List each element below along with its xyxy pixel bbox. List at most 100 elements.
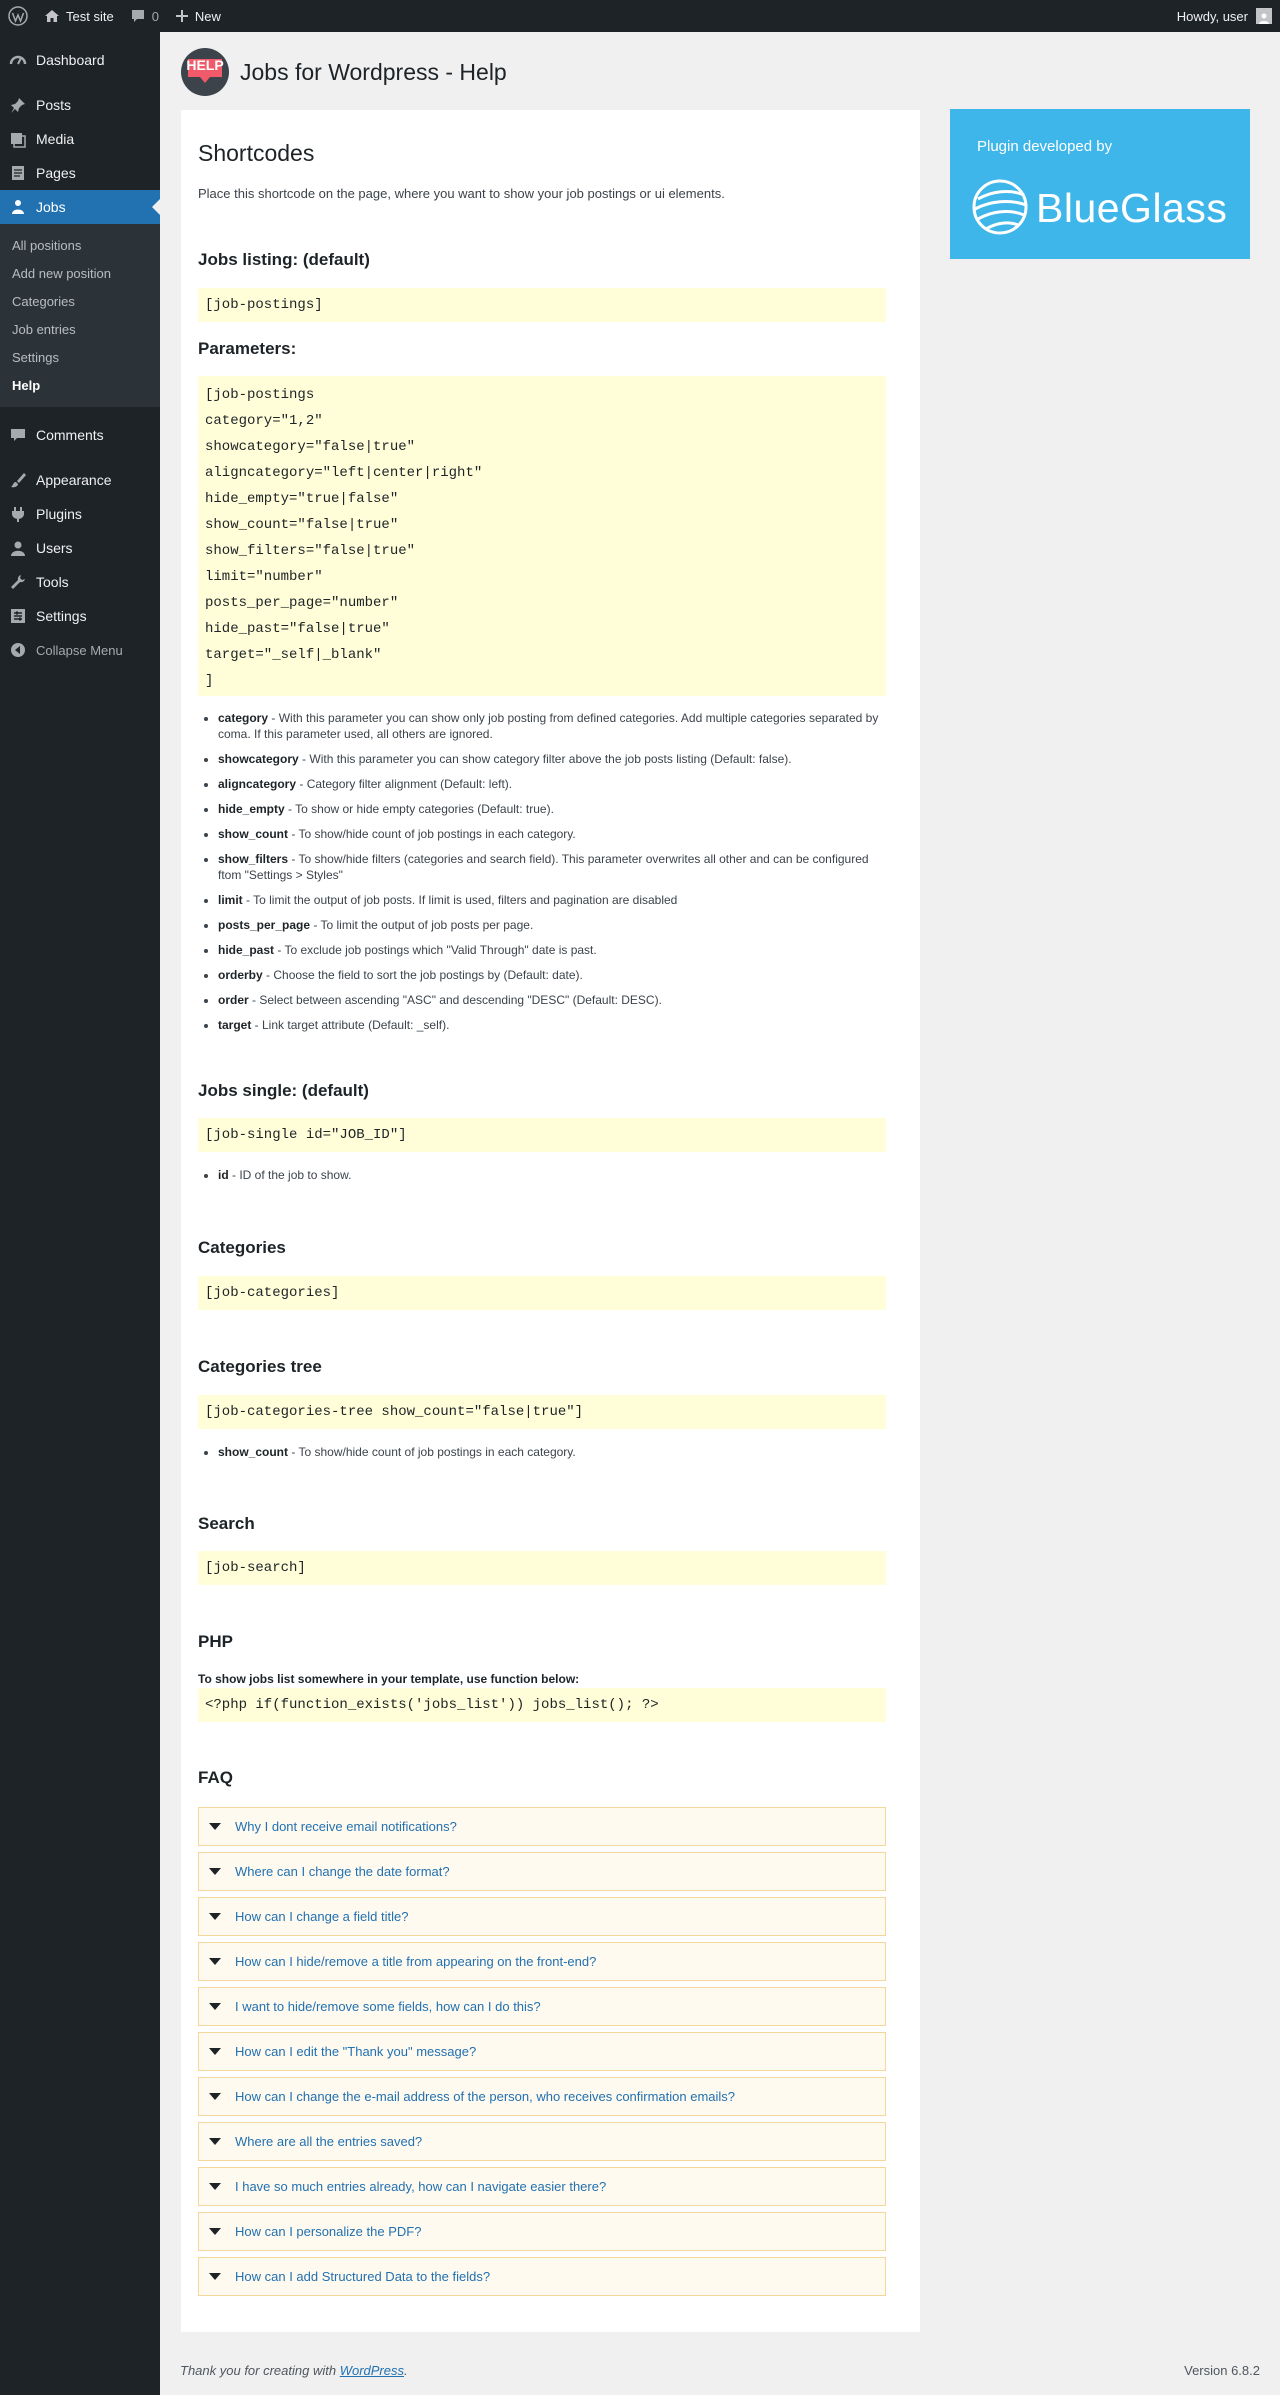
- help-badge-icon: HELP: [180, 47, 230, 97]
- brush-icon: [8, 470, 28, 490]
- faq-item[interactable]: I have so much entries already, how can …: [198, 2167, 886, 2206]
- parameters-code: [job-postings category="1,2" showcategor…: [198, 376, 886, 696]
- menu-media[interactable]: Media: [0, 122, 160, 156]
- menu-tools[interactable]: Tools: [0, 565, 160, 599]
- new-content-link[interactable]: New: [167, 0, 229, 32]
- categories-tree-code: [job-categories-tree show_count="false|t…: [198, 1395, 886, 1429]
- caret-down-icon: [209, 1956, 221, 1968]
- categories-heading: Categories: [198, 1238, 286, 1257]
- submenu-settings[interactable]: Settings: [0, 343, 160, 371]
- php-code: <?php if(function_exists('jobs_list')) j…: [198, 1688, 886, 1722]
- caret-down-icon: [209, 2271, 221, 2283]
- plus-icon: [175, 9, 189, 23]
- menu-plugins[interactable]: Plugins: [0, 497, 160, 531]
- wrench-icon: [8, 572, 28, 592]
- submenu-help[interactable]: Help: [0, 371, 160, 399]
- pin-icon: [8, 95, 28, 115]
- menu-settings[interactable]: Settings: [0, 599, 160, 633]
- faq-item[interactable]: How can I change a field title?: [198, 1897, 886, 1936]
- php-note: To show jobs list somewhere in your temp…: [198, 1672, 580, 1686]
- faq-item[interactable]: How can I change the e-mail address of t…: [198, 2077, 886, 2116]
- page-header: HELP Jobs for Wordpress - Help: [180, 46, 507, 98]
- jobs-listing-heading: Jobs listing: (default): [198, 250, 370, 269]
- parameters-list: category - With this parameter you can s…: [198, 710, 888, 1042]
- collapse-icon: [8, 640, 28, 660]
- caret-down-icon: [209, 2226, 221, 2238]
- caret-down-icon: [209, 1821, 221, 1833]
- jobs-single-list: id - ID of the job to show.: [198, 1167, 888, 1192]
- wordpress-link[interactable]: WordPress: [340, 2363, 404, 2378]
- jobs-single-heading: Jobs single: (default): [198, 1081, 369, 1100]
- avatar: [1256, 8, 1272, 24]
- faq-heading: FAQ: [198, 1768, 233, 1787]
- submenu-all-positions[interactable]: All positions: [0, 231, 160, 259]
- page-title: Jobs for Wordpress - Help: [240, 58, 507, 85]
- search-code: [job-search]: [198, 1551, 886, 1585]
- faq-item[interactable]: Why I dont receive email notifications?: [198, 1807, 886, 1846]
- caret-down-icon: [209, 1911, 221, 1923]
- admin-bar: Test site 0 New Howdy, user: [0, 0, 1280, 32]
- faq-item[interactable]: Where are all the entries saved?: [198, 2122, 886, 2161]
- promo-developed-by: Plugin developed by: [977, 138, 1113, 155]
- parameters-heading: Parameters:: [198, 339, 297, 358]
- menu-jobs[interactable]: Jobs: [0, 190, 160, 224]
- jobs-icon: [8, 197, 28, 217]
- list-item: aligncategory - Category filter alignmen…: [218, 776, 888, 792]
- my-account-link[interactable]: Howdy, user: [1169, 0, 1280, 32]
- pages-icon: [8, 163, 28, 183]
- menu-posts[interactable]: Posts: [0, 88, 160, 122]
- categories-code: [job-categories]: [198, 1276, 886, 1310]
- menu-appearance[interactable]: Appearance: [0, 463, 160, 497]
- comments-link[interactable]: 0: [122, 0, 167, 32]
- faq-item[interactable]: How can I hide/remove a title from appea…: [198, 1942, 886, 1981]
- caret-down-icon: [209, 2136, 221, 2148]
- jobs-submenu: All positions Add new position Categorie…: [0, 224, 160, 407]
- faq-item[interactable]: How can I edit the "Thank you" message?: [198, 2032, 886, 2071]
- submenu-add-new-position[interactable]: Add new position: [0, 259, 160, 287]
- submenu-categories[interactable]: Categories: [0, 287, 160, 315]
- collapse-menu-button[interactable]: Collapse Menu: [0, 633, 160, 667]
- blueglass-promo-banner[interactable]: Plugin developed by BlueGlass: [950, 109, 1250, 259]
- comment-icon: [8, 425, 28, 445]
- home-icon: [44, 8, 60, 24]
- menu-pages[interactable]: Pages: [0, 156, 160, 190]
- dashboard-icon: [8, 50, 28, 70]
- caret-down-icon: [209, 2181, 221, 2193]
- user-icon: [8, 538, 28, 558]
- comment-icon: [130, 8, 146, 24]
- blueglass-logo: BlueGlass: [972, 179, 1227, 238]
- submenu-job-entries[interactable]: Job entries: [0, 315, 160, 343]
- list-item: show_filters - To show/hide filters (cat…: [218, 851, 888, 883]
- list-item: category - With this parameter you can s…: [218, 710, 888, 742]
- faq-item[interactable]: I want to hide/remove some fields, how c…: [198, 1987, 886, 2026]
- list-item: hide_empty - To show or hide empty categ…: [218, 801, 888, 817]
- caret-down-icon: [209, 2001, 221, 2013]
- list-item: show_count - To show/hide count of job p…: [218, 1444, 888, 1460]
- help-content-panel: Shortcodes Place this shortcode on the p…: [181, 110, 920, 2332]
- list-item: id - ID of the job to show.: [218, 1167, 888, 1183]
- caret-down-icon: [209, 1866, 221, 1878]
- jobs-listing-code: [job-postings]: [198, 288, 886, 322]
- site-name-link[interactable]: Test site: [36, 0, 122, 32]
- search-heading: Search: [198, 1514, 255, 1533]
- faq-item[interactable]: How can I personalize the PDF?: [198, 2212, 886, 2251]
- menu-comments[interactable]: Comments: [0, 418, 160, 452]
- faq-item[interactable]: Where can I change the date format?: [198, 1852, 886, 1891]
- faq-item[interactable]: How can I add Structured Data to the fie…: [198, 2257, 886, 2296]
- categories-tree-list: show_count - To show/hide count of job p…: [198, 1444, 888, 1469]
- caret-down-icon: [209, 2091, 221, 2103]
- list-item: limit - To limit the output of job posts…: [218, 892, 888, 908]
- wordpress-logo-icon[interactable]: [0, 0, 36, 32]
- brand-name: BlueGlass: [1036, 185, 1228, 231]
- settings-icon: [8, 606, 28, 626]
- version-text: Version 6.8.2: [1184, 2363, 1260, 2378]
- shortcodes-heading: Shortcodes: [198, 140, 315, 166]
- plugin-icon: [8, 504, 28, 524]
- menu-dashboard[interactable]: Dashboard: [0, 43, 160, 77]
- menu-users[interactable]: Users: [0, 531, 160, 565]
- caret-down-icon: [209, 2046, 221, 2058]
- media-icon: [8, 129, 28, 149]
- categories-tree-heading: Categories tree: [198, 1357, 322, 1376]
- list-item: hide_past - To exclude job postings whic…: [218, 942, 888, 958]
- php-heading: PHP: [198, 1632, 233, 1651]
